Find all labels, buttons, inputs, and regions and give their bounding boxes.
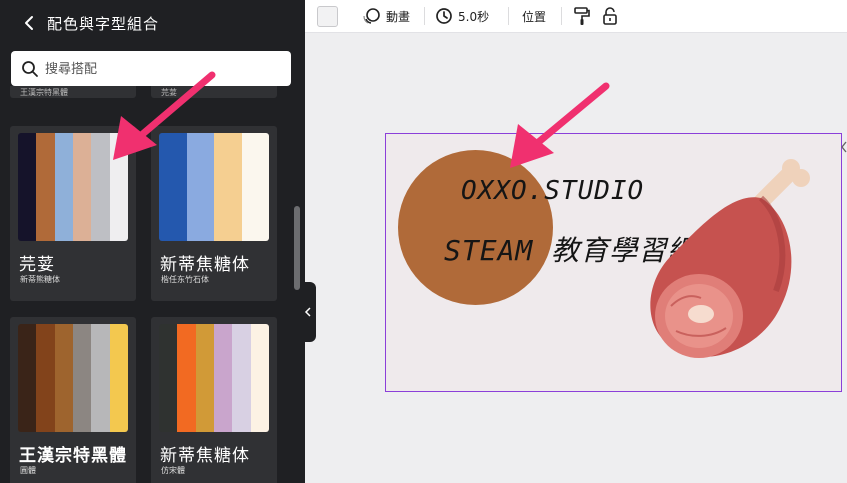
duration-label: 5.0秒 — [458, 9, 490, 24]
paint-format-button[interactable] — [573, 0, 591, 32]
color-swatch — [72, 133, 92, 241]
card-subtitle: 新蒂熊糖体 — [20, 275, 60, 284]
search-input[interactable] — [45, 58, 275, 80]
lock-button[interactable] — [601, 0, 619, 32]
position-label: 位置 — [522, 9, 547, 24]
back-arrow-icon[interactable] — [20, 13, 40, 33]
design-artboard[interactable]: OXXO.STUDIO STEAM 教育學習網 — [385, 133, 842, 392]
color-swatch — [250, 324, 269, 432]
combination-card[interactable]: 新蒂焦糖体 仿宋體 — [151, 317, 277, 483]
search-box[interactable] — [11, 51, 291, 86]
color-swatch — [109, 324, 128, 432]
ham-illustration[interactable] — [641, 156, 811, 366]
color-swatch — [159, 324, 178, 432]
color-palette — [159, 133, 269, 241]
color-swatch — [91, 133, 110, 241]
color-swatch — [54, 133, 73, 241]
duration-button[interactable]: 5.0秒 — [435, 0, 489, 32]
color-swatch — [54, 324, 73, 432]
color-swatch — [186, 133, 214, 241]
brown-circle-shape[interactable] — [398, 150, 553, 305]
combinations-list[interactable]: 王漢宗特黑體 芫荽 芫荽 新蒂熊糖体 新蒂焦糖体 楷任东竹石体 王漢宗特黑體 圓… — [0, 86, 293, 483]
card-title: 新蒂焦糖体 — [160, 255, 250, 275]
color-swatch — [214, 133, 242, 241]
color-swatch — [241, 133, 269, 241]
card-subtitle: 仿宋體 — [161, 466, 185, 475]
color-font-panel: 配色與字型組合 王漢宗特黑體 芫荽 芫荽 新蒂熊糖体 — [0, 0, 305, 483]
search-icon — [22, 61, 38, 77]
paint-roller-icon — [574, 7, 590, 25]
panel-scrollbar[interactable] — [294, 206, 300, 290]
combination-card[interactable]: 新蒂焦糖体 楷任东竹石体 — [151, 126, 277, 301]
position-button[interactable]: 位置 — [522, 0, 546, 32]
color-swatch — [72, 324, 92, 432]
chevron-left-icon — [841, 141, 847, 153]
color-picker-button[interactable] — [317, 6, 338, 27]
color-swatch — [195, 324, 214, 432]
combination-card[interactable]: 芫荽 新蒂熊糖体 — [10, 126, 136, 301]
card-subtitle: 楷任东竹石体 — [161, 275, 209, 284]
card-title: 新蒂焦糖体 — [160, 446, 250, 466]
color-swatch — [18, 324, 37, 432]
card-title: 王漢宗特黑體 — [19, 446, 127, 466]
combination-card[interactable]: 王漢宗特黑體 — [10, 86, 136, 98]
card-subtitle: 圓體 — [20, 466, 36, 475]
canvas-edge-icon[interactable] — [840, 140, 847, 164]
toolbar-divider — [508, 7, 509, 25]
clock-icon — [436, 8, 452, 24]
card-subtitle: 芫荽 — [161, 88, 177, 97]
animation-icon — [363, 8, 380, 24]
panel-header: 配色與字型組合 — [0, 0, 305, 46]
color-palette — [18, 133, 128, 241]
color-swatch — [232, 324, 251, 432]
top-toolbar: 動畫 5.0秒 位置 — [305, 0, 847, 33]
color-swatch — [18, 133, 37, 241]
color-swatch — [159, 133, 187, 241]
canvas-text-title[interactable]: OXXO.STUDIO — [461, 176, 644, 206]
color-swatch — [36, 133, 55, 241]
color-swatch — [36, 324, 55, 432]
combination-card[interactable]: 芫荽 — [151, 86, 277, 98]
color-swatch — [91, 324, 110, 432]
card-title: 芫荽 — [19, 255, 55, 275]
animate-button[interactable]: 動畫 — [362, 0, 410, 32]
toolbar-divider — [424, 7, 425, 25]
combination-card[interactable]: 王漢宗特黑體 圓體 — [10, 317, 136, 483]
card-subtitle: 王漢宗特黑體 — [20, 88, 68, 97]
chevron-left-icon — [304, 307, 311, 317]
color-swatch — [213, 324, 233, 432]
toolbar-divider — [561, 7, 562, 25]
animate-label: 動畫 — [386, 9, 411, 24]
color-palette — [18, 324, 128, 432]
panel-title: 配色與字型組合 — [47, 15, 160, 33]
color-swatch — [177, 324, 196, 432]
color-palette — [159, 324, 269, 432]
color-swatch — [109, 133, 128, 241]
lock-icon — [603, 7, 617, 25]
collapse-panel-handle[interactable] — [300, 282, 316, 342]
